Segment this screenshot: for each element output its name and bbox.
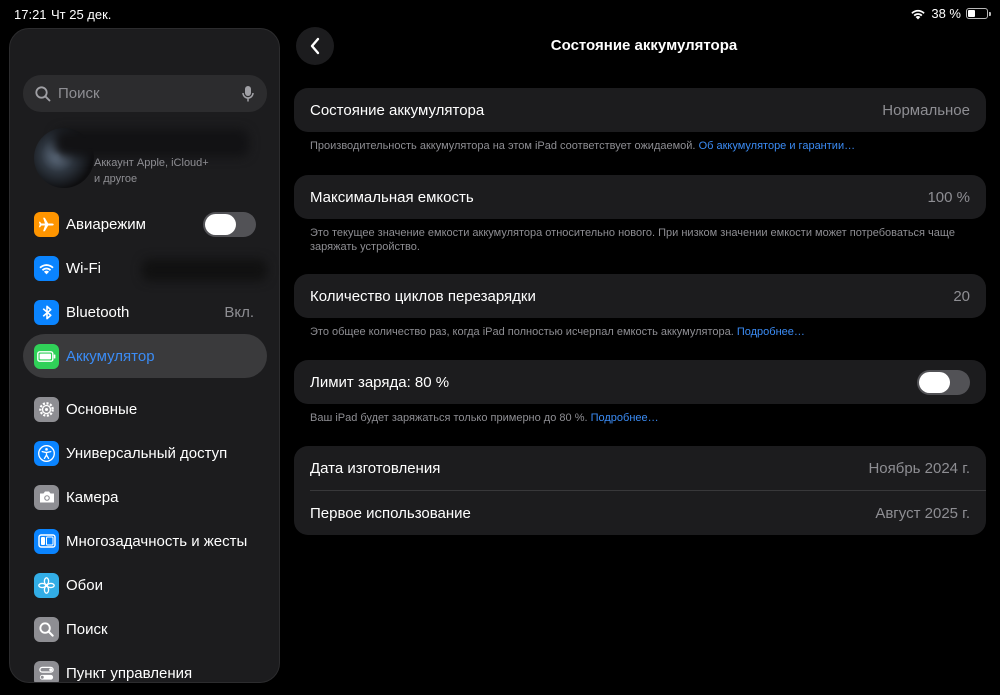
airplane-mode-toggle[interactable] [203, 211, 256, 237]
max-capacity-row: Максимальная емкость 100 % [294, 175, 986, 219]
battery-health-row[interactable]: Состояние аккумулятора Нормальное [294, 88, 986, 132]
sidebar-item-camera[interactable]: Камера [23, 475, 267, 519]
status-date: Чт 25 дек. [51, 7, 112, 22]
sidebar-item-multitasking[interactable]: Многозадачность и жесты [23, 519, 267, 563]
sidebar-item-airplane-mode[interactable]: Авиарежим [23, 202, 267, 246]
manufacture-date-label: Дата изготовления [310, 459, 441, 477]
battery-icon [34, 343, 59, 369]
sidebar-item-battery[interactable]: Аккумулятор [23, 334, 267, 378]
sidebar-item-label: Bluetooth [66, 303, 130, 321]
wifi-status-icon [911, 9, 926, 19]
sidebar-item-accessibility[interactable]: Универсальный доступ [23, 431, 267, 475]
battery-dates-group: Дата изготовления Ноябрь 2024 г. Первое … [294, 446, 986, 535]
multitasking-icon [34, 528, 59, 554]
max-capacity-value: 100 % [927, 188, 970, 206]
toggle-knob [919, 371, 950, 393]
status-bar: 17:21 Чт 25 дек. 38 % [0, 0, 1000, 28]
sidebar-item-label: Wi-Fi [66, 259, 101, 277]
manufacture-date-value: Ноябрь 2024 г. [868, 459, 970, 477]
first-use-row: Первое использование Август 2025 г. [294, 491, 986, 535]
bluetooth-icon [34, 299, 59, 325]
search-field[interactable]: Поиск [23, 75, 267, 112]
sidebar-item-general[interactable]: Основные [23, 387, 267, 431]
sidebar-item-label: Многозадачность и жесты [66, 532, 248, 550]
battery-health-note: Производительность аккумулятора на этом … [310, 140, 696, 152]
battery-status-icon [966, 8, 991, 19]
sidebar-item-wallpaper[interactable]: Обои [23, 563, 267, 607]
battery-health-footnote: Производительность аккумулятора на этом … [310, 139, 980, 153]
camera-icon [34, 484, 59, 510]
status-right: 38 % [910, 6, 991, 21]
manufacture-date-row: Дата изготовления Ноябрь 2024 г. [294, 446, 986, 490]
back-button[interactable] [296, 27, 334, 65]
search-icon [35, 85, 51, 101]
sidebar: Поиск Аккаунт Apple, iCloud+ и другое Ав… [9, 28, 280, 683]
status-time: 17:21 [14, 7, 47, 22]
search-input[interactable]: Поиск [58, 85, 241, 102]
max-capacity-group: Максимальная емкость 100 % [294, 175, 986, 219]
page-title: Состояние аккумулятора [550, 37, 738, 54]
sidebar-item-label: Основные [66, 400, 138, 418]
battery-health-group: Состояние аккумулятора Нормальное [294, 88, 986, 132]
wallpaper-icon [34, 572, 59, 598]
sidebar-item-label: Обои [66, 576, 103, 594]
chevron-left-icon [310, 37, 320, 55]
sidebar-item-label: Аккумулятор [66, 347, 155, 365]
redacted-account-name [54, 129, 249, 157]
cycle-count-group: Количество циклов перезарядки 20 [294, 274, 986, 318]
battery-percent: 38 % [931, 6, 961, 21]
sidebar-item-label: Поиск [66, 620, 108, 638]
charge-limit-label: Лимит заряда: 80 % [310, 373, 450, 391]
control-center-icon [34, 660, 59, 682]
account-subtitle: Аккаунт Apple, iCloud+ и другое [94, 155, 209, 187]
account-subtitle-line1: Аккаунт Apple, iCloud+ [94, 157, 209, 169]
sidebar-item-label: Пункт управления [66, 664, 193, 682]
microphone-icon[interactable] [241, 85, 255, 103]
max-capacity-footnote: Это текущее значение емкости аккумулятор… [310, 227, 955, 253]
battery-health-label: Состояние аккумулятора [310, 101, 485, 119]
battery-status-fill [968, 10, 975, 17]
charge-limit-footnote: Ваш iPad будет заряжаться только примерн… [310, 411, 980, 425]
cycle-count-note: Это общее количество раз, когда iPad пол… [310, 326, 734, 338]
sidebar-item-bluetooth[interactable]: Bluetooth Вкл. [23, 290, 267, 334]
sidebar-item-label: Камера [66, 488, 119, 506]
charge-limit-group: Лимит заряда: 80 % [294, 360, 986, 404]
battery-health-value: Нормальное [882, 101, 970, 119]
airplane-icon [34, 211, 59, 237]
first-use-value: Август 2025 г. [875, 504, 970, 522]
sidebar-item-label: Авиарежим [66, 215, 146, 233]
charge-limit-row[interactable]: Лимит заряда: 80 % [294, 360, 986, 404]
accessibility-icon [34, 440, 59, 466]
sidebar-item-label: Универсальный доступ [66, 444, 228, 462]
search-icon [34, 616, 59, 642]
sidebar-item-wifi[interactable]: Wi-Fi [23, 246, 267, 290]
wifi-icon [34, 255, 59, 281]
charge-limit-note: Ваш iPad будет заряжаться только примерн… [310, 412, 588, 424]
cycle-count-value: 20 [953, 287, 970, 305]
charge-limit-toggle[interactable] [917, 369, 970, 395]
bluetooth-status: Вкл. [224, 303, 254, 321]
max-capacity-label: Максимальная емкость [310, 188, 474, 206]
gear-icon [34, 396, 59, 422]
battery-warranty-link[interactable]: Об аккумуляторе и гарантии… [699, 140, 856, 152]
cycle-count-row: Количество циклов перезарядки 20 [294, 274, 986, 318]
cycle-count-label: Количество циклов перезарядки [310, 287, 536, 305]
sidebar-item-search[interactable]: Поиск [23, 607, 267, 651]
cycle-count-more-link[interactable]: Подробнее… [737, 326, 805, 338]
account-subtitle-line2: и другое [94, 173, 138, 185]
charge-limit-more-link[interactable]: Подробнее… [591, 412, 659, 424]
sidebar-item-control-center[interactable]: Пункт управления [23, 651, 267, 682]
toggle-knob [205, 213, 236, 235]
cycle-count-footnote: Это общее количество раз, когда iPad пол… [310, 325, 980, 339]
first-use-label: Первое использование [310, 504, 471, 522]
apple-account-row[interactable]: Аккаунт Apple, iCloud+ и другое [34, 125, 274, 195]
